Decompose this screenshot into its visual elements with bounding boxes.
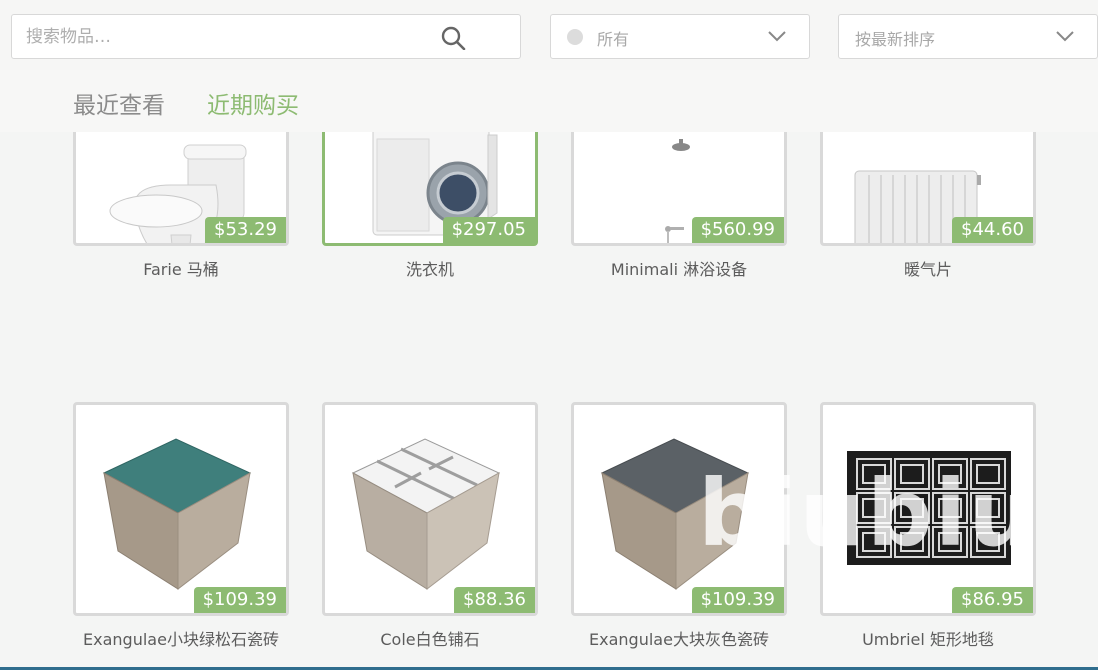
sort-dropdown[interactable]: 按最新排序	[838, 14, 1098, 59]
price-badge: $109.39	[691, 587, 784, 613]
item-card[interactable]: $88.36 Cole白色铺石	[322, 402, 538, 650]
price-badge: $44.60	[952, 217, 1033, 243]
item-thumbnail: $297.05	[322, 132, 538, 246]
item-card[interactable]: $44.60 暖气片	[820, 132, 1036, 280]
price-badge: $109.39	[193, 587, 286, 613]
item-card[interactable]: $109.39 Exangulae小块绿松石瓷砖	[73, 402, 289, 650]
chevron-down-icon	[768, 31, 786, 42]
price-badge: $297.05	[442, 217, 535, 243]
item-name: Minimali 淋浴设备	[610, 260, 748, 279]
search-input[interactable]	[26, 24, 416, 50]
chevron-down-icon	[1056, 31, 1074, 42]
item-name: Farie 马桶	[143, 260, 219, 279]
tab-bar: 最近查看 近期购买	[0, 70, 1098, 132]
item-name: Umbriel 矩形地毯	[862, 630, 994, 649]
item-thumbnail: $44.60	[820, 132, 1036, 246]
filter-bar: 所有 按最新排序	[0, 0, 1098, 70]
tab-recently-viewed[interactable]: 最近查看	[73, 86, 165, 120]
category-filter-dropdown[interactable]: 所有	[550, 14, 810, 59]
price-badge: $560.99	[691, 217, 784, 243]
item-thumbnail: $88.36	[322, 402, 538, 616]
price-badge: $86.95	[952, 587, 1033, 613]
filter-selected-value: 所有	[597, 30, 630, 49]
sort-selected-value: 按最新排序	[855, 30, 936, 49]
item-name: Exangulae小块绿松石瓷砖	[83, 630, 279, 649]
watermark: biubiu	[698, 460, 1036, 567]
item-card[interactable]: $560.99 Minimali 淋浴设备	[571, 132, 787, 280]
tab-recently-purchased[interactable]: 近期购买	[207, 86, 299, 120]
item-thumbnail: $53.29	[73, 132, 289, 246]
item-card[interactable]: $53.29 Farie 马桶	[73, 132, 289, 280]
search-icon[interactable]	[440, 26, 470, 50]
item-grid: $53.29 Farie 马桶 $297.05 洗衣机 $560.99 Mini…	[0, 132, 1098, 668]
item-thumbnail: $109.39	[73, 402, 289, 616]
search-box[interactable]	[11, 14, 521, 59]
filter-dot-icon	[567, 29, 583, 45]
turquoise-tile-image	[102, 438, 252, 591]
price-badge: $53.29	[205, 217, 286, 243]
item-thumbnail: $560.99	[571, 132, 787, 246]
white-paver-image	[351, 438, 501, 591]
item-name: 洗衣机	[405, 260, 454, 279]
item-name: 暖气片	[903, 260, 952, 279]
item-name: Cole白色铺石	[380, 630, 480, 649]
item-card-selected[interactable]: $297.05 洗衣机	[322, 132, 538, 280]
price-badge: $88.36	[454, 587, 535, 613]
item-name: Exangulae大块灰色瓷砖	[589, 630, 769, 649]
